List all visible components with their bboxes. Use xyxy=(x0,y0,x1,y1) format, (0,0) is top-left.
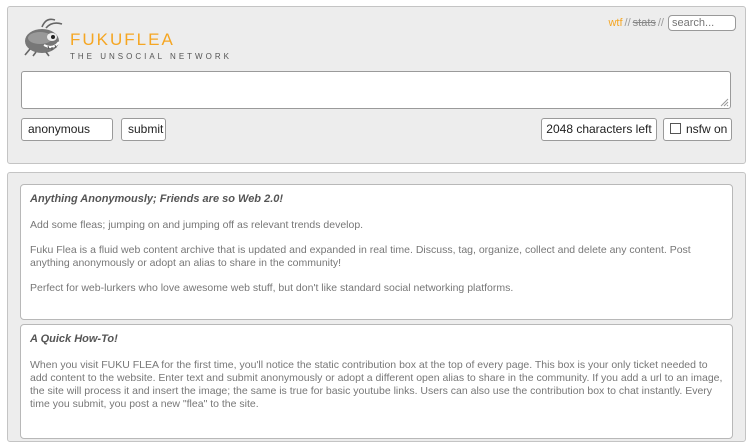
characters-left-counter: 2048 characters left xyxy=(541,118,657,141)
intro-card: Anything Anonymously; Friends are so Web… xyxy=(20,184,733,320)
nsfw-checkbox[interactable] xyxy=(670,123,681,135)
contribution-textarea[interactable] xyxy=(21,71,731,109)
nsfw-toggle[interactable]: nsfw on xyxy=(663,118,732,141)
card-title: A Quick How-To! xyxy=(30,333,118,345)
stats-link[interactable]: stats xyxy=(633,17,656,29)
wtf-link[interactable]: wtf xyxy=(608,17,622,29)
nsfw-label: nsfw on xyxy=(686,122,728,136)
nav-separator: // xyxy=(657,17,664,29)
search-input[interactable] xyxy=(668,15,736,31)
content-panel: Anything Anonymously; Friends are so Web… xyxy=(7,172,746,442)
card-paragraph: Perfect for web-lurkers who love awesome… xyxy=(30,282,514,294)
top-nav: wtf // stats // xyxy=(608,15,736,31)
header-panel: FUKUFLEA THE UNSOCIAL NETWORK wtf // sta… xyxy=(7,6,746,164)
submit-button[interactable]: submit xyxy=(121,118,166,141)
card-title: Anything Anonymously; Friends are so Web… xyxy=(30,193,284,205)
card-paragraph: When you visit FUKU FLEA for the first t… xyxy=(30,359,723,410)
nav-separator: // xyxy=(624,17,631,29)
flea-mascot-icon xyxy=(24,18,63,57)
resize-grip-icon[interactable] xyxy=(719,97,729,107)
tagline: THE UNSOCIAL NETWORK xyxy=(70,52,232,61)
alias-input[interactable]: anonymous xyxy=(21,118,113,141)
brand-name: FUKUFLEA xyxy=(70,30,175,49)
how-to-card: A Quick How-To! When you visit FUKU FLEA… xyxy=(20,324,733,439)
logo[interactable]: FUKUFLEA THE UNSOCIAL NETWORK xyxy=(22,17,252,63)
card-paragraph: Fuku Flea is a fluid web content archive… xyxy=(30,244,691,269)
card-paragraph: Add some fleas; jumping on and jumping o… xyxy=(30,219,364,231)
